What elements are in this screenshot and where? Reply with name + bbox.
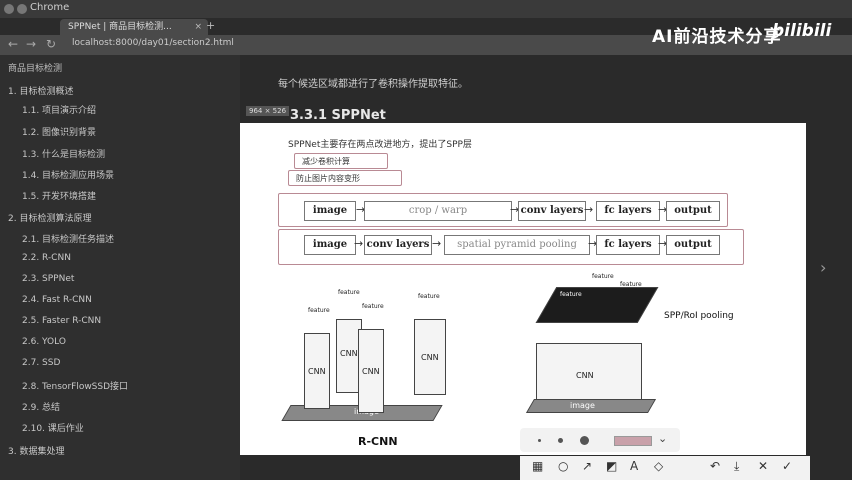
sidebar-item[interactable]: 1. 目标检测概述 [8,84,73,97]
minimize-window-icon[interactable] [17,4,27,14]
mosaic-tool-icon[interactable]: ◩ [606,459,617,473]
arrow-tool-icon[interactable]: ↗ [582,459,592,473]
url-field[interactable]: localhost:8000/day01/section2.html [72,38,234,48]
screenshot-toolbar: ▦ ○ ↗ ◩ A ◇ ↶ ⤓ ✕ ✓ [520,456,810,480]
sidebar-item[interactable]: 2.3. SPPNet [22,274,74,284]
pipeline-box: conv layers [518,201,586,221]
sidebar-item[interactable]: 2.8. TensorFlowSSD接口 [22,379,128,392]
rcnn-caption: R-CNN [358,435,398,448]
pipeline-box: spatial pyramid pooling [444,235,590,255]
browser-tab[interactable]: SPPNet | 商品目标检测... × [60,19,208,35]
eraser-tool-icon[interactable]: ◇ [654,459,663,473]
sidebar-item[interactable]: 1.4. 目标检测应用场景 [22,168,114,181]
pipeline-box: crop / warp [364,201,512,221]
undo-icon[interactable]: ↶ [710,459,720,473]
sidebar-item[interactable]: 2.4. Fast R-CNN [22,295,92,305]
pipeline-box: output [666,201,720,221]
slide-figure: SPPNet主要存在两点改进地方，提出了SPP层 减少卷积计算 防止图片内容变形… [240,123,806,455]
bilibili-logo: bilibili [772,21,832,41]
reload-icon[interactable]: ↻ [46,37,56,51]
image-label: image [570,401,595,410]
sidebar: 商品目标检测 1. 目标检测概述 1.1. 项目演示介绍 1.2. 图像识别背景… [0,55,240,480]
feature-label: feature [418,293,440,300]
sidebar-item[interactable]: 2.7. SSD [22,358,60,368]
sidebar-item[interactable]: 3. 数据集处理 [8,444,64,457]
sidebar-item[interactable]: 1.3. 什么是目标检测 [22,147,105,160]
feature-label: feature [592,273,614,280]
dimension-badge: 964 × 526 [246,106,290,116]
cnn-label: CNN [340,349,358,358]
cnn-label: CNN [308,367,326,376]
sidebar-item[interactable]: 2.1. 目标检测任务描述 [22,232,114,245]
sidebar-item[interactable]: 1.5. 开发环境搭建 [22,189,96,202]
pipeline-box: output [666,235,720,255]
feature-map [535,287,659,323]
annotation-style-toolbar: ⌄ [520,428,680,452]
cnn-label: CNN [576,371,594,380]
arrow-icon: → [354,237,364,250]
close-window-icon[interactable] [4,4,14,14]
tab-title: SPPNet | 商品目标检测... [68,22,172,32]
pipeline-box: image [304,201,356,221]
back-icon[interactable]: ← [8,37,18,51]
download-icon[interactable]: ⤓ [734,459,739,474]
forward-icon[interactable]: → [26,37,36,51]
chevron-down-icon[interactable]: ⌄ [658,432,667,445]
sidebar-item[interactable]: 2. 目标检测算法原理 [8,211,91,224]
sidebar-title: 商品目标检测 [8,64,63,74]
sidebar-item[interactable]: 1.1. 项目演示介绍 [22,103,96,116]
watermark-text: AI前沿技术分享 [652,27,782,47]
bullet-text: 减少卷积计算 [302,157,350,166]
window-titlebar: Chrome [0,0,852,18]
slide-intro: SPPNet主要存在两点改进地方，提出了SPP层 [288,140,472,150]
feature-label: feature [620,281,642,288]
tab-close-icon[interactable]: × [194,19,202,35]
color-swatch[interactable] [614,436,652,446]
app-name: Chrome [30,2,70,13]
section-heading: 3.3.1 SPPNet [290,108,386,123]
cnn-label: CNN [421,353,439,362]
feature-label: feature [338,289,360,296]
next-page-icon[interactable]: › [820,258,826,277]
feature-label: feature [308,307,330,314]
sidebar-item[interactable]: 2.5. Faster R-CNN [22,316,101,326]
arrow-icon: → [432,237,442,250]
sidebar-item[interactable]: 2.9. 总结 [22,400,60,413]
sidebar-item[interactable]: 2.2. R-CNN [22,253,71,263]
arrow-icon: → [584,203,594,216]
confirm-icon[interactable]: ✓ [782,459,792,473]
rectangle-tool-icon[interactable]: ▦ [532,459,543,473]
large-brush-icon[interactable] [580,436,589,445]
pipeline-box: image [304,235,356,255]
feature-label: feature [362,303,384,310]
bullet-text: 防止图片内容变形 [296,174,360,183]
pipeline-box: fc layers [596,201,660,221]
spp-caption: SPP/RoI pooling [664,311,734,321]
small-brush-icon[interactable] [538,439,541,442]
cancel-icon[interactable]: ✕ [758,459,768,473]
feature-label: feature [560,291,582,298]
sidebar-item[interactable]: 2.6. YOLO [22,337,66,347]
sidebar-item[interactable]: 2.10. 课后作业 [22,421,84,434]
pipeline-box: conv layers [364,235,432,255]
text-tool-icon[interactable]: A [630,459,638,473]
cnn-label: CNN [362,367,380,376]
sidebar-item[interactable]: 1.2. 图像识别背景 [22,125,96,138]
ellipse-tool-icon[interactable]: ○ [558,459,568,473]
pipeline-box: fc layers [596,235,660,255]
intro-text: 每个候选区域都进行了卷积操作提取特征。 [278,79,468,90]
new-tab-icon[interactable]: + [206,19,215,32]
medium-brush-icon[interactable] [558,438,563,443]
